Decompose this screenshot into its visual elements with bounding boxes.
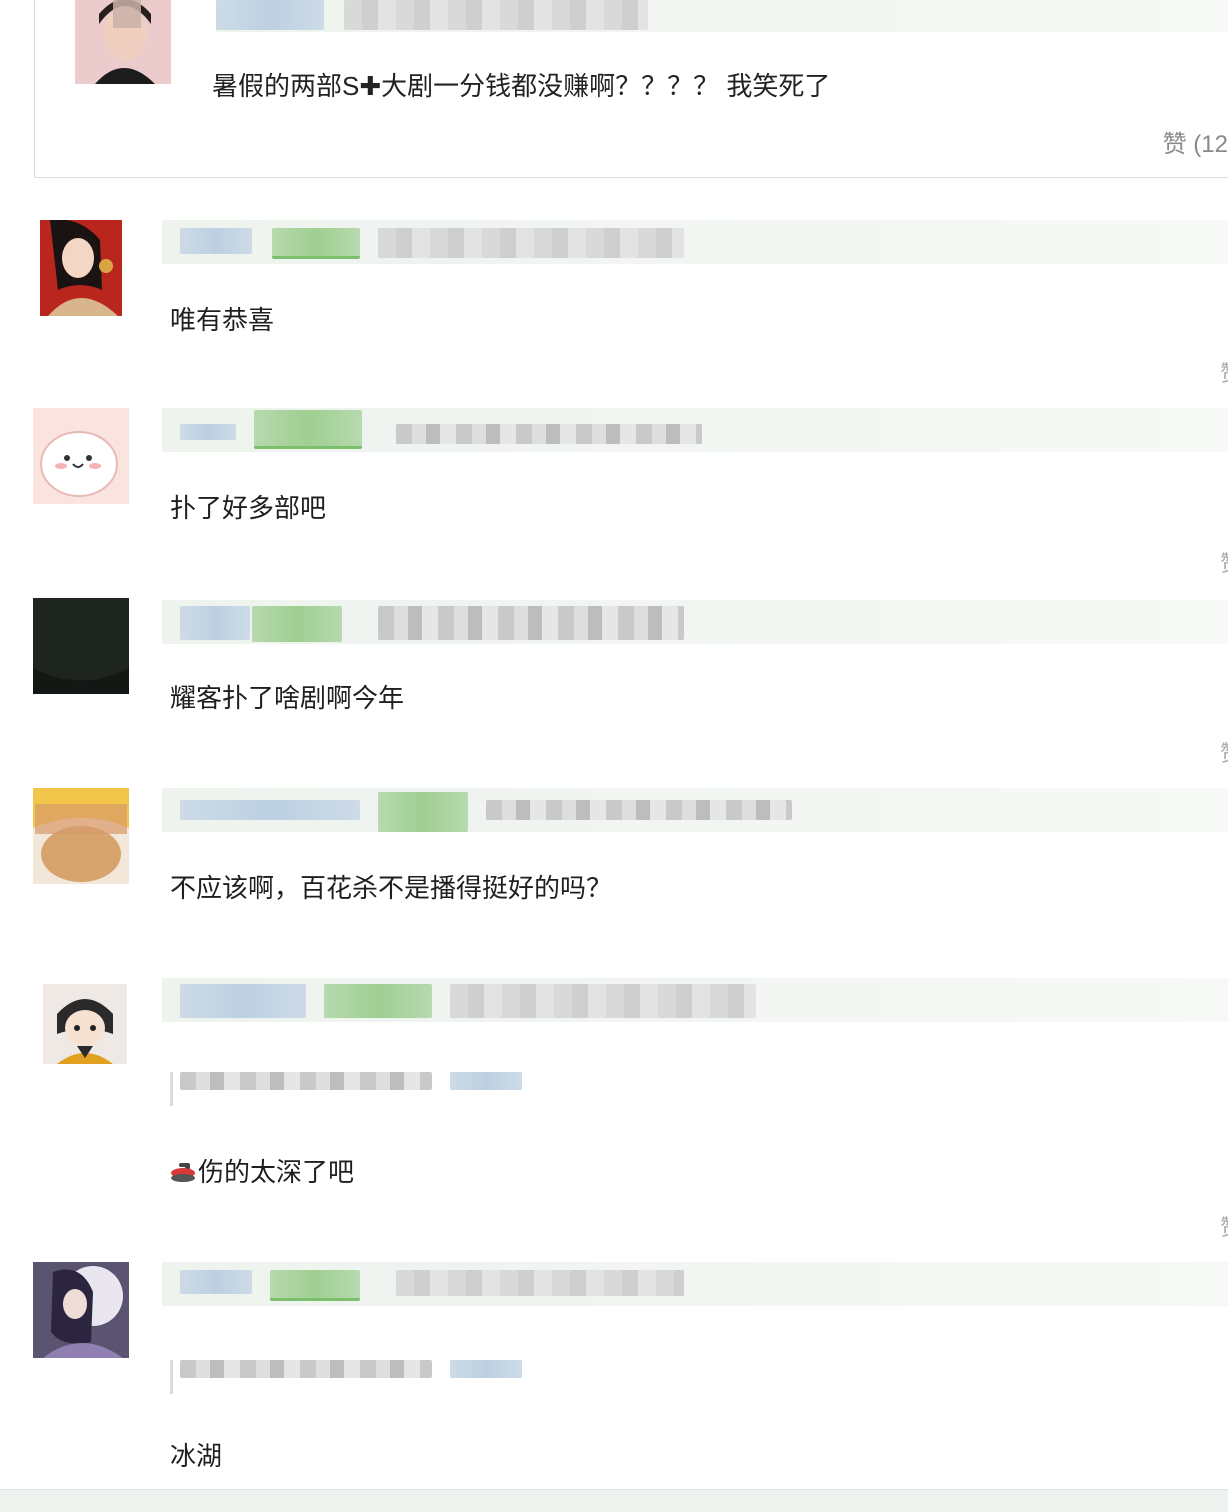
like-icon[interactable]: 赞	[1220, 736, 1228, 768]
reply-quote-bar	[170, 1360, 173, 1394]
avatar[interactable]	[43, 984, 127, 1064]
quoted-timestamp	[344, 0, 648, 30]
user-badge[interactable]	[324, 984, 432, 1018]
avatar[interactable]	[33, 1262, 129, 1358]
avatar[interactable]	[33, 598, 129, 694]
username[interactable]	[180, 424, 236, 440]
comment-text: 伤的太深了吧	[170, 1152, 354, 1189]
timestamp	[378, 606, 684, 640]
user-badge[interactable]	[254, 410, 362, 449]
reply-quote-text	[180, 1360, 432, 1378]
comment-text: 扑了好多部吧	[170, 493, 327, 523]
comment-text: 不应该啊，百花杀不是播得挺好的吗？	[170, 873, 613, 903]
username[interactable]	[180, 606, 250, 640]
username[interactable]	[180, 228, 252, 254]
timestamp	[396, 1270, 684, 1296]
comment-text-body: 伤的太深了吧	[198, 1157, 355, 1187]
timestamp	[450, 984, 756, 1018]
comment-text: 唯有恭喜	[170, 305, 275, 335]
avatar[interactable]	[33, 788, 129, 884]
comment-text: 冰湖	[170, 1441, 223, 1471]
quoted-username[interactable]	[216, 0, 324, 30]
like-icon[interactable]: 赞	[1220, 1210, 1228, 1242]
reply-quote-text	[180, 1072, 432, 1090]
quoted-comment-text: 暑假的两部S✚大剧一分钱都没赚啊？？？？ 我笑死了	[212, 71, 831, 101]
user-badge[interactable]	[270, 1270, 360, 1301]
username[interactable]	[180, 984, 306, 1018]
avatar[interactable]	[33, 408, 129, 504]
timestamp	[486, 800, 792, 820]
quoted-avatar[interactable]	[75, 0, 171, 84]
username[interactable]	[180, 800, 360, 820]
like-icon[interactable]: 赞	[1220, 546, 1228, 578]
avatar[interactable]	[40, 220, 122, 316]
username[interactable]	[180, 1270, 252, 1294]
footer-band	[0, 1489, 1228, 1512]
timestamp	[396, 424, 702, 444]
comment-text: 耀客扑了啥剧啊今年	[170, 683, 405, 713]
reply-quote-bar	[170, 1072, 173, 1106]
reply-quote-username[interactable]	[450, 1072, 522, 1090]
like-icon[interactable]: 赞	[1220, 356, 1228, 388]
like-button[interactable]: 赞 (12	[1163, 124, 1228, 159]
reply-quote-username[interactable]	[450, 1360, 522, 1378]
curling-stone-icon	[170, 1159, 196, 1182]
user-badge[interactable]	[378, 792, 468, 832]
user-badge[interactable]	[272, 228, 360, 259]
user-badge[interactable]	[252, 606, 342, 642]
timestamp	[378, 228, 684, 258]
